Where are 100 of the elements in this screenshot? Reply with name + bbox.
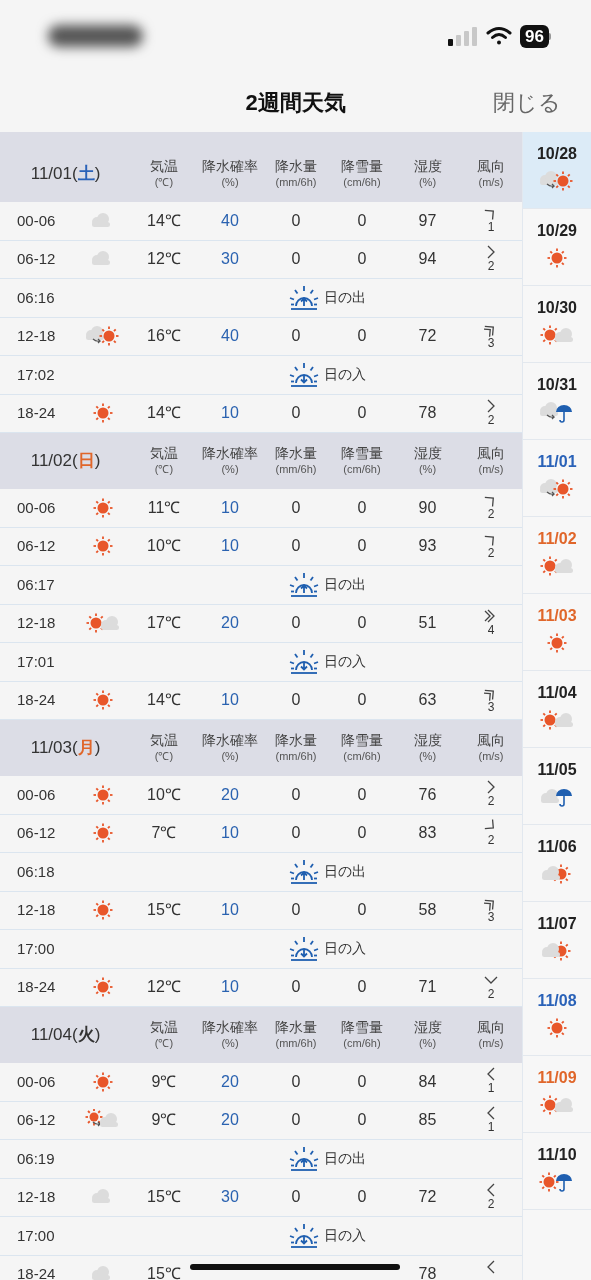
column-unit: (m/s) bbox=[478, 175, 504, 190]
weekday: 土 bbox=[77, 163, 95, 186]
column-label: 風向 bbox=[477, 445, 505, 463]
rainfall: 0 bbox=[291, 210, 301, 231]
column-unit: (℃) bbox=[154, 749, 174, 764]
humidity: 72 bbox=[418, 326, 437, 347]
humidity: 71 bbox=[418, 977, 437, 998]
snowfall: 0 bbox=[357, 1071, 367, 1092]
humidity: 97 bbox=[418, 210, 437, 231]
wifi-icon bbox=[486, 26, 513, 46]
temperature: 10℃ bbox=[147, 536, 181, 557]
time-range: 06-12 bbox=[16, 536, 57, 556]
column-label: 湿度 bbox=[413, 1019, 442, 1037]
precip-chance: 10 bbox=[221, 823, 239, 844]
column-unit: (%) bbox=[221, 749, 239, 764]
precip-chance: 10 bbox=[221, 977, 239, 998]
humidity: 84 bbox=[418, 1071, 437, 1092]
precip-chance: 30 bbox=[221, 1187, 239, 1208]
event-label: 日の出 bbox=[323, 288, 366, 308]
humidity: 90 bbox=[418, 497, 437, 518]
snowfall: 0 bbox=[357, 1110, 367, 1131]
column-unit: (m/s) bbox=[478, 1036, 504, 1051]
weekday: 月 bbox=[77, 737, 95, 760]
time-range: 18-24 bbox=[16, 977, 57, 997]
temperature: 7℃ bbox=[151, 823, 177, 844]
sunset-icon bbox=[287, 648, 320, 675]
column-unit: (mm/6h) bbox=[275, 175, 317, 190]
tab-date: 10/29 bbox=[536, 221, 577, 241]
time-range: 12-18 bbox=[16, 613, 57, 633]
column-label: 降水量 bbox=[275, 158, 317, 176]
precip-chance: 20 bbox=[221, 784, 239, 805]
snowfall: 0 bbox=[357, 690, 367, 711]
event-label: 日の入 bbox=[323, 1226, 366, 1246]
tab-date: 11/07 bbox=[537, 914, 577, 934]
event-time: 06:17 bbox=[16, 574, 56, 595]
column-unit: (mm/6h) bbox=[275, 749, 317, 764]
wind-speed: 2 bbox=[487, 1197, 495, 1210]
wind-speed: 1 bbox=[487, 1082, 495, 1094]
time-range: 06-12 bbox=[16, 823, 57, 843]
bracket: ( bbox=[71, 163, 78, 186]
humidity: 76 bbox=[418, 784, 437, 805]
time-range: 12-18 bbox=[16, 900, 57, 920]
wind-speed: 2 bbox=[487, 987, 495, 1000]
column-label: 気温 bbox=[150, 158, 178, 176]
tab-date: 11/10 bbox=[537, 1145, 577, 1165]
rainfall: 0 bbox=[291, 1110, 301, 1131]
snowfall: 0 bbox=[357, 900, 367, 921]
event-label: 日の出 bbox=[323, 1149, 366, 1169]
sunrise-icon bbox=[287, 571, 320, 598]
column-label: 降水量 bbox=[275, 732, 317, 750]
snowfall: 0 bbox=[357, 326, 367, 347]
time-range: 06-12 bbox=[16, 1110, 57, 1130]
date-tab[interactable]: 10/28 bbox=[523, 132, 591, 209]
tab-date: 11/09 bbox=[537, 1068, 577, 1088]
precip-chance: 20 bbox=[221, 613, 239, 634]
column-unit: (mm/6h) bbox=[275, 1036, 317, 1051]
temperature: 14℃ bbox=[147, 403, 181, 424]
humidity: 58 bbox=[418, 900, 437, 921]
wind-speed: 3 bbox=[487, 910, 495, 923]
rainfall: 0 bbox=[291, 497, 301, 518]
temperature: 9℃ bbox=[151, 1071, 177, 1092]
wind-speed: 3 bbox=[487, 336, 495, 349]
precip-chance: 10 bbox=[221, 690, 239, 711]
event-time: 06:16 bbox=[16, 287, 56, 308]
column-unit: (cm/6h) bbox=[343, 749, 381, 764]
sunrise-icon bbox=[287, 1145, 320, 1172]
sunrise-icon bbox=[287, 284, 320, 311]
column-unit: (m/s) bbox=[478, 462, 504, 477]
rainfall: 0 bbox=[291, 1187, 301, 1208]
time-range: 12-18 bbox=[16, 1187, 57, 1207]
event-label: 日の出 bbox=[323, 575, 366, 595]
humidity: 78 bbox=[418, 403, 437, 424]
column-unit: (%) bbox=[418, 749, 437, 764]
humidity: 63 bbox=[418, 690, 437, 711]
event-time: 06:19 bbox=[16, 1148, 56, 1169]
column-label: 風向 bbox=[477, 158, 505, 176]
wind-speed: 1 bbox=[487, 1120, 495, 1133]
time-range: 18-24 bbox=[16, 1264, 57, 1280]
precip-chance: 10 bbox=[221, 536, 239, 557]
close-button[interactable]: 閉じる bbox=[493, 85, 561, 119]
rainfall: 0 bbox=[291, 690, 301, 711]
tab-date: 11/02 bbox=[537, 529, 577, 549]
snowfall: 0 bbox=[357, 1187, 367, 1208]
rainfall: 0 bbox=[291, 326, 301, 347]
column-unit: (%) bbox=[221, 1036, 239, 1051]
humidity: 83 bbox=[418, 823, 437, 844]
precip-chance: 20 bbox=[221, 1071, 239, 1092]
column-label: 降水確率 bbox=[202, 1019, 258, 1037]
wind-speed: 2 bbox=[487, 833, 495, 846]
precip-chance: 10 bbox=[221, 497, 239, 518]
column-label: 気温 bbox=[150, 445, 178, 463]
column-label: 風向 bbox=[477, 1019, 505, 1037]
temperature: 9℃ bbox=[151, 1110, 177, 1131]
event-time: 17:00 bbox=[16, 938, 56, 959]
column-label: 降水量 bbox=[275, 445, 317, 463]
time-range: 18-24 bbox=[16, 690, 57, 710]
weekday: 日 bbox=[77, 450, 95, 473]
column-label: 湿度 bbox=[413, 732, 442, 750]
wind-speed: 4 bbox=[487, 623, 495, 636]
rainfall: 0 bbox=[291, 823, 301, 844]
